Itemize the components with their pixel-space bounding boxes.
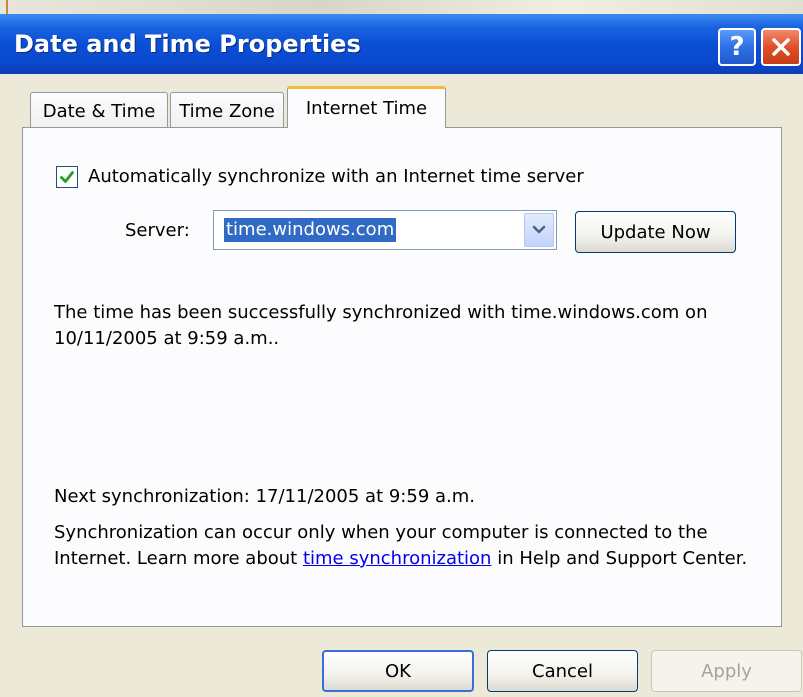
next-sync-text: Next synchronization: 17/11/2005 at 9:59… — [54, 486, 475, 507]
checkmark-icon — [60, 171, 74, 183]
sync-status-text: The time has been successfully synchroni… — [54, 302, 708, 349]
cancel-label: Cancel — [532, 660, 593, 682]
tab-label: Internet Time — [305, 98, 428, 119]
sync-note: Synchronization can occur only when your… — [54, 520, 754, 572]
ok-label: OK — [385, 660, 411, 682]
update-now-label: Update Now — [600, 221, 711, 243]
cancel-button[interactable]: Cancel — [487, 650, 638, 692]
tab-internet-time[interactable]: Internet Time — [287, 86, 446, 128]
server-value[interactable]: time.windows.com — [224, 218, 397, 242]
server-combobox[interactable]: time.windows.com — [213, 210, 557, 250]
update-now-button[interactable]: Update Now — [575, 211, 736, 253]
close-button[interactable] — [761, 28, 801, 66]
time-sync-help-link[interactable]: time synchronization — [303, 548, 492, 569]
tab-label: Time Zone — [179, 101, 275, 122]
help-button[interactable]: ? — [718, 28, 756, 66]
tab-time-zone[interactable]: Time Zone — [170, 92, 284, 130]
tab-date-and-time[interactable]: Date & Time — [30, 92, 168, 130]
desktop-background-strip — [0, 0, 803, 16]
ok-button[interactable]: OK — [322, 650, 474, 692]
server-dropdown-button[interactable] — [524, 213, 554, 247]
server-label: Server: — [125, 220, 190, 241]
auto-sync-checkbox[interactable] — [56, 166, 78, 188]
auto-sync-label[interactable]: Automatically synchronize with an Intern… — [88, 166, 584, 187]
apply-button[interactable]: Apply — [651, 650, 802, 692]
close-icon — [772, 38, 790, 56]
sync-note-text-end: in Help and Support Center. — [491, 548, 748, 569]
question-mark-icon: ? — [729, 32, 745, 62]
tab-label: Date & Time — [42, 101, 156, 122]
window-title: Date and Time Properties — [14, 30, 361, 58]
apply-label: Apply — [701, 660, 752, 682]
title-bar[interactable]: Date and Time Properties ? — [0, 14, 803, 74]
chevron-down-icon — [532, 225, 546, 234]
